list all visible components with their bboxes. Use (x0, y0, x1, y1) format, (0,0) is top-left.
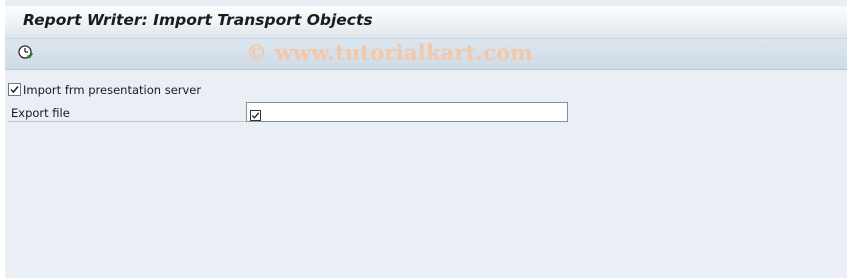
execute-clock-icon (17, 44, 34, 64)
watermark-text: © www.tutorialkart.com (246, 40, 533, 65)
export-file-field[interactable] (246, 102, 568, 122)
export-file-input[interactable] (265, 104, 561, 119)
required-checkbox-icon (250, 106, 261, 125)
export-file-label: Export file (11, 106, 70, 120)
import-presentation-server-checkbox[interactable] (8, 83, 21, 96)
sap-window: Report Writer: Import Transport Objects … (5, 0, 847, 278)
page-title: Report Writer: Import Transport Objects (23, 11, 373, 29)
selection-screen: Import frm presentation server Export fi… (5, 70, 847, 278)
application-toolbar: © www.tutorialkart.com (5, 39, 847, 70)
title-bar: Report Writer: Import Transport Objects (5, 6, 847, 39)
import-presentation-server-label: Import frm presentation server (23, 83, 202, 97)
export-file-label-cell: Export file (8, 105, 246, 122)
import-presentation-server-row[interactable]: Import frm presentation server (8, 83, 201, 97)
execute-button[interactable] (15, 44, 35, 64)
